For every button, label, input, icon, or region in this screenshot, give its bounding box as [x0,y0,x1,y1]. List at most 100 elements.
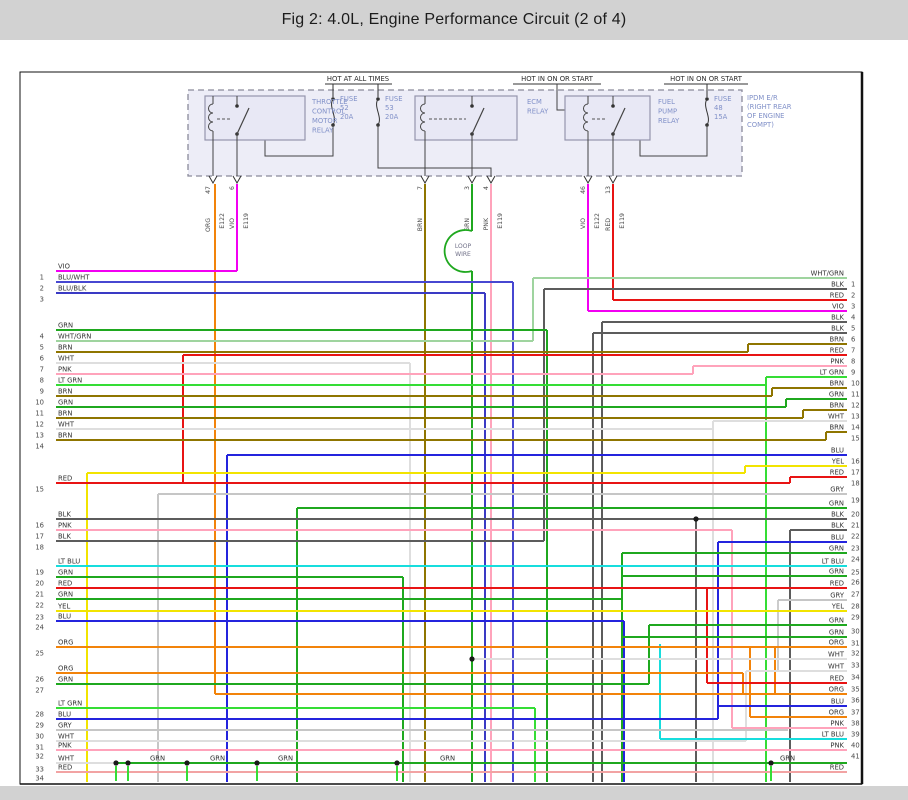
svg-text:HOT AT ALL TIMES: HOT AT ALL TIMES [327,75,389,83]
svg-text:11: 11 [851,391,860,399]
svg-text:GRN: GRN [780,755,795,763]
svg-text:13: 13 [605,186,612,194]
svg-text:7: 7 [417,186,424,190]
svg-text:26: 26 [851,579,860,587]
svg-text:BRN: BRN [58,344,72,352]
svg-text:11: 11 [35,410,44,418]
svg-text:6: 6 [229,186,236,190]
svg-text:33: 33 [851,662,860,670]
svg-text:BLU: BLU [831,447,844,455]
svg-text:17: 17 [35,533,44,541]
svg-text:WHT: WHT [828,663,845,671]
svg-text:LT GRN: LT GRN [820,369,844,377]
svg-text:4: 4 [851,314,855,322]
svg-text:48: 48 [714,104,723,112]
svg-text:THROTTLE: THROTTLE [311,98,348,106]
svg-text:6: 6 [40,355,44,363]
svg-text:28: 28 [851,603,860,611]
svg-text:ORG: ORG [58,639,73,647]
svg-text:PNK: PNK [58,366,72,374]
svg-text:36: 36 [851,697,860,705]
svg-text:ORG: ORG [829,709,844,717]
svg-text:PNK: PNK [58,522,72,530]
svg-text:28: 28 [35,711,44,719]
svg-text:37: 37 [851,709,860,717]
svg-text:BLU: BLU [58,613,71,621]
svg-text:RELAY: RELAY [658,117,680,125]
svg-text:ORG: ORG [205,218,212,232]
svg-text:18: 18 [851,480,860,488]
svg-text:31: 31 [851,640,860,648]
svg-text:MOTOR: MOTOR [312,117,338,125]
svg-text:BLU/BLK: BLU/BLK [58,285,87,293]
svg-text:47: 47 [205,186,212,194]
svg-text:30: 30 [851,628,860,636]
svg-text:LT GRN: LT GRN [58,377,82,385]
svg-text:GRY: GRY [58,722,73,730]
svg-text:27: 27 [35,687,44,695]
svg-text:WHT: WHT [58,755,75,763]
svg-text:PNK: PNK [830,742,844,750]
svg-text:46: 46 [580,186,587,194]
svg-text:PNK: PNK [58,742,72,750]
svg-text:YEL: YEL [831,603,844,611]
svg-text:1: 1 [851,281,855,289]
svg-text:21: 21 [35,591,44,599]
svg-text:WHT: WHT [828,413,845,421]
svg-text:PNK: PNK [830,720,844,728]
svg-text:RED: RED [830,580,844,588]
svg-text:GRN: GRN [150,755,165,763]
svg-text:10: 10 [35,399,44,407]
svg-text:FUSE: FUSE [714,95,732,103]
svg-text:16: 16 [851,458,860,466]
svg-text:12: 12 [35,421,44,429]
svg-text:2: 2 [851,292,855,300]
svg-text:40: 40 [851,742,860,750]
svg-text:ORG: ORG [829,639,844,647]
svg-text:GRN: GRN [829,500,844,508]
svg-text:VIO: VIO [58,263,70,271]
svg-text:BRN: BRN [58,432,72,440]
svg-text:WIRE: WIRE [455,251,471,258]
svg-text:38: 38 [851,720,860,728]
svg-text:23: 23 [35,614,44,622]
svg-text:RED: RED [58,764,72,772]
svg-text:22: 22 [35,602,44,610]
svg-text:34: 34 [851,674,860,682]
svg-text:E119: E119 [243,213,250,229]
svg-text:8: 8 [40,377,44,385]
svg-text:35: 35 [851,686,860,694]
svg-text:PUMP: PUMP [658,108,677,116]
svg-text:GRN: GRN [440,755,455,763]
svg-text:24: 24 [35,624,44,632]
svg-text:BLK: BLK [831,325,844,333]
svg-text:LT GRN: LT GRN [58,700,82,708]
svg-text:LT BLU: LT BLU [822,731,844,739]
svg-text:BRN: BRN [830,402,844,410]
svg-text:33: 33 [35,766,44,774]
svg-text:GRN: GRN [58,322,73,330]
svg-text:GRN: GRN [829,545,844,553]
svg-text:39: 39 [851,731,860,739]
svg-text:RED: RED [605,218,612,231]
svg-text:14: 14 [35,443,44,451]
svg-text:BLU/WHT: BLU/WHT [58,274,90,282]
svg-text:FUSE: FUSE [385,95,403,103]
svg-text:2: 2 [40,285,44,293]
svg-text:27: 27 [851,591,860,599]
svg-text:(RIGHT REAR: (RIGHT REAR [747,103,792,111]
svg-text:29: 29 [35,722,44,730]
svg-text:FUEL: FUEL [658,98,675,106]
svg-text:20A: 20A [385,113,399,121]
svg-text:12: 12 [851,402,860,410]
svg-text:19: 19 [851,497,860,505]
svg-text:9: 9 [40,388,44,396]
svg-text:29: 29 [851,614,860,622]
svg-text:7: 7 [851,347,855,355]
svg-text:YEL: YEL [57,603,70,611]
svg-text:3: 3 [851,303,855,311]
svg-text:13: 13 [851,413,860,421]
svg-text:ORG: ORG [829,686,844,694]
svg-text:4: 4 [483,186,490,190]
svg-text:GRN: GRN [210,755,225,763]
